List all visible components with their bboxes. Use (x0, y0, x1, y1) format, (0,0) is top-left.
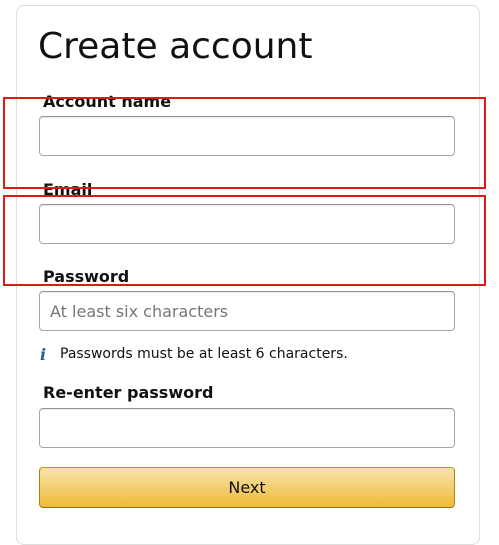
email-input[interactable] (39, 204, 455, 244)
password-hint: i Passwords must be at least 6 character… (40, 344, 348, 364)
password-hint-text: Passwords must be at least 6 characters. (60, 346, 348, 362)
account-name-input[interactable] (39, 116, 455, 156)
page-title: Create account (38, 26, 313, 67)
account-name-label: Account name (43, 92, 172, 111)
reenter-password-label: Re-enter password (43, 383, 214, 402)
next-button[interactable]: Next (39, 467, 455, 508)
reenter-password-input[interactable] (39, 408, 455, 448)
email-label: Email (43, 180, 93, 199)
password-label: Password (43, 267, 130, 286)
password-input[interactable] (39, 291, 455, 331)
info-icon: i (40, 344, 47, 364)
